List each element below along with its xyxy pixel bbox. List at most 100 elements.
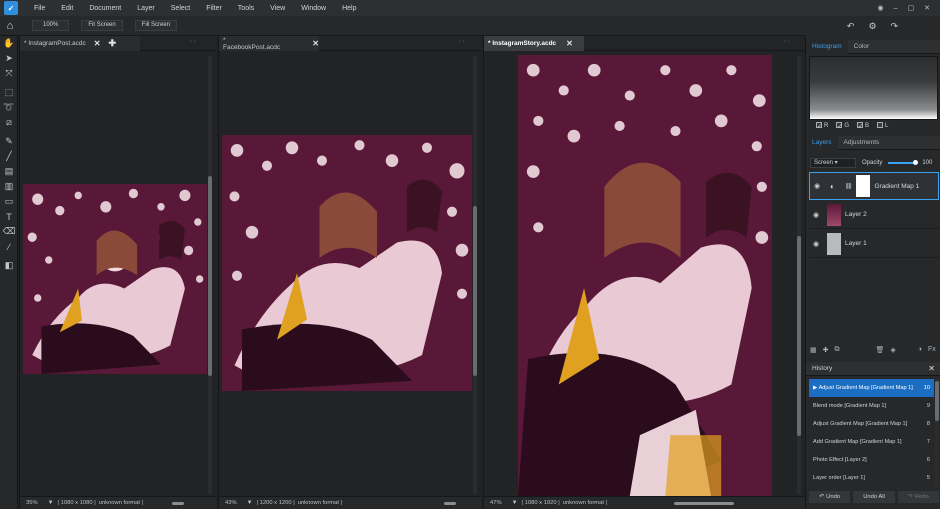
scrollbar-thumb[interactable]: [797, 236, 801, 436]
adjustment-add-icon[interactable]: ◈: [890, 346, 895, 356]
zoom-input[interactable]: 100%: [32, 20, 70, 31]
visibility-eye-icon[interactable]: ◉: [809, 211, 823, 219]
history-item[interactable]: ▶ Adjust Gradient Map [Gradient Map 1] 1…: [809, 379, 934, 397]
maximize-icon[interactable]: ▢: [908, 4, 915, 12]
delete-layer-icon[interactable]: 🗑: [876, 346, 885, 356]
color-swatches-icon[interactable]: ◧: [0, 258, 18, 273]
brush-tool-icon[interactable]: ✎: [0, 134, 18, 149]
tab-instagram-post[interactable]: * InstagramPost.acdc ✕ ✚: [20, 36, 140, 51]
canvas[interactable]: [484, 52, 805, 496]
vertical-scrollbar[interactable]: [797, 56, 801, 494]
tab-histogram[interactable]: Histogram: [806, 39, 848, 54]
fit-screen-button[interactable]: Fit Screen: [81, 20, 123, 31]
horizontal-scrollbar-thumb[interactable]: [674, 502, 734, 505]
horizontal-scrollbar-thumb[interactable]: [444, 502, 456, 505]
info-dropdown-icon[interactable]: ▼: [247, 500, 253, 506]
crop-tool-icon[interactable]: ⧄: [0, 115, 18, 130]
minimize-icon[interactable]: –: [894, 5, 898, 12]
shape-tool-icon[interactable]: ▭: [0, 194, 18, 209]
transform-tool-icon[interactable]: ⤧: [0, 66, 18, 81]
history-item[interactable]: Blend mode [Gradient Map 1] 9: [809, 397, 934, 415]
pencil-tool-icon[interactable]: ╱: [0, 149, 18, 164]
scrollbar-thumb[interactable]: [208, 176, 212, 376]
tab-scroll-arrows-icon[interactable]: ‹ ›: [459, 39, 465, 45]
menu-tools[interactable]: Tools: [230, 5, 262, 12]
history-item[interactable]: Adjust Gradient Map [Gradient Map 1] 8: [809, 415, 934, 433]
stamp-tool-icon[interactable]: ▤: [0, 164, 18, 179]
vertical-scrollbar[interactable]: [208, 56, 212, 494]
hand-tool-icon[interactable]: ✋: [0, 36, 18, 51]
undo-icon[interactable]: ↶: [847, 21, 855, 32]
eyedropper-tool-icon[interactable]: ⁄: [0, 239, 18, 254]
settings-icon[interactable]: ⚙: [868, 21, 876, 32]
tab-scroll-arrows-icon[interactable]: ‹ ›: [190, 39, 196, 45]
lasso-tool-icon[interactable]: ➰: [0, 100, 18, 115]
marquee-tool-icon[interactable]: ⬚: [0, 85, 18, 100]
menu-layer[interactable]: Layer: [129, 5, 163, 12]
undo-button[interactable]: ↶ Undo: [809, 491, 851, 503]
duplicate-layer-icon[interactable]: ⧉: [835, 346, 840, 356]
gradient-tool-icon[interactable]: ▥: [0, 179, 18, 194]
channel-g-checkbox[interactable]: ✓ G: [836, 122, 849, 130]
tab-scroll-arrows-icon[interactable]: ‹ ›: [784, 39, 790, 45]
tab-close-icon[interactable]: ✕: [566, 39, 573, 48]
menu-select[interactable]: Select: [163, 5, 198, 12]
fx-icon[interactable]: Fx: [928, 346, 936, 356]
move-tool-icon[interactable]: ➤: [0, 51, 18, 66]
layer-row-layer-1[interactable]: ◉ Layer 1: [809, 230, 939, 258]
layer-row-gradient-map[interactable]: ◉ ◐ ⛓ Gradient Map 1: [809, 172, 939, 200]
channel-r-checkbox[interactable]: ✓ R: [816, 122, 828, 130]
scrollbar-thumb[interactable]: [935, 381, 939, 421]
horizontal-scrollbar-thumb[interactable]: [172, 502, 184, 505]
fill-screen-button[interactable]: Fill Screen: [134, 20, 178, 31]
visibility-eye-icon[interactable]: ◉: [809, 240, 823, 248]
eraser-tool-icon[interactable]: ⌫: [0, 224, 18, 239]
image-format: unknown format |: [297, 500, 343, 506]
vertical-scrollbar[interactable]: [473, 56, 477, 494]
text-tool-icon[interactable]: T: [0, 209, 18, 224]
menu-document[interactable]: Document: [81, 5, 129, 12]
app-logo-icon[interactable]: ✓: [4, 1, 18, 15]
add-tab-icon[interactable]: ✚: [108, 38, 116, 49]
blend-mode-select[interactable]: Screen ▾: [810, 158, 856, 168]
tab-instagram-story[interactable]: * InstagramStory.acdc ✕: [484, 36, 584, 51]
canvas[interactable]: [20, 52, 216, 496]
menu-file[interactable]: File: [26, 5, 53, 12]
canvas[interactable]: [219, 52, 481, 496]
tab-close-icon[interactable]: ✕: [94, 39, 101, 48]
redo-button[interactable]: ↷ Redo: [897, 491, 939, 503]
history-item[interactable]: Add Gradient Map [Gradient Map 1] 7: [809, 433, 934, 451]
close-icon[interactable]: ✕: [924, 4, 930, 12]
tab-adjustments[interactable]: Adjustments: [838, 136, 886, 150]
channel-l-checkbox[interactable]: L: [877, 122, 888, 129]
opacity-slider[interactable]: [888, 160, 919, 165]
info-dropdown-icon[interactable]: ▼: [512, 500, 518, 506]
history-title: History: [812, 364, 833, 372]
tab-facebook-post[interactable]: * FacebookPost.acdc ✕: [219, 36, 319, 51]
opacity-knob[interactable]: [913, 160, 919, 165]
undo-all-button[interactable]: Undo All: [853, 491, 895, 503]
redo-icon[interactable]: ↷: [891, 21, 899, 32]
scrollbar-thumb[interactable]: [473, 206, 477, 376]
new-layer-icon[interactable]: ✚: [823, 346, 829, 356]
info-dropdown-icon[interactable]: ▼: [48, 500, 54, 506]
menu-view[interactable]: View: [262, 5, 293, 12]
menu-help[interactable]: Help: [334, 5, 364, 12]
tab-color[interactable]: Color: [848, 40, 876, 54]
menu-filter[interactable]: Filter: [198, 5, 230, 12]
home-icon[interactable]: ⌂: [2, 18, 18, 34]
account-icon[interactable]: ◉: [877, 4, 883, 12]
history-item[interactable]: Layer order [Layer 1] 5: [809, 469, 934, 487]
menu-edit[interactable]: Edit: [53, 5, 81, 12]
history-item[interactable]: Photo Effect [Layer 2] 6: [809, 451, 934, 469]
layer-row-layer-2[interactable]: ◉ Layer 2: [809, 201, 939, 229]
channel-b-checkbox[interactable]: ✓ B: [857, 122, 869, 130]
history-close-icon[interactable]: ✕: [928, 364, 935, 373]
mask-icon[interactable]: ◑: [918, 346, 922, 356]
tab-close-icon[interactable]: ✕: [312, 39, 319, 48]
tab-layers[interactable]: Layers: [806, 135, 838, 150]
new-group-icon[interactable]: ▦: [810, 346, 817, 356]
menu-window[interactable]: Window: [293, 5, 334, 12]
history-scrollbar[interactable]: [935, 379, 939, 487]
visibility-eye-icon[interactable]: ◉: [810, 182, 824, 190]
